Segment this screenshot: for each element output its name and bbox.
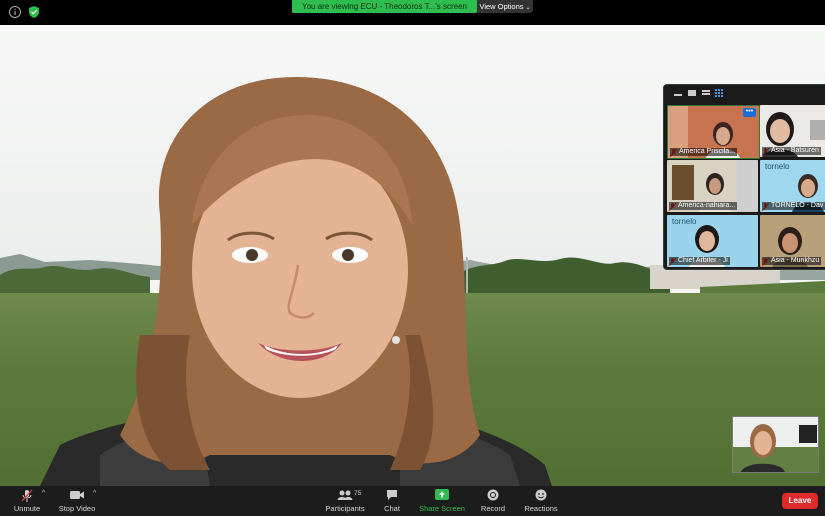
info-icon[interactable]: [8, 5, 22, 19]
shield-icon[interactable]: [28, 5, 40, 19]
chevron-down-icon: ⌄: [525, 5, 531, 11]
chat-bubble-icon: [387, 490, 397, 500]
participant-tile[interactable]: Asia - Batsuren: [760, 105, 825, 157]
participant-name: Asia - Munkhzu: [762, 257, 822, 265]
stop-video-label: Stop Video: [58, 504, 96, 513]
screen-share-banner: You are viewing ECU - Theodoros T...'s s…: [292, 0, 477, 13]
record-icon: [487, 489, 499, 501]
self-view-video: [733, 417, 818, 472]
minimize-icon[interactable]: [674, 90, 682, 96]
muted-mic-icon: [21, 489, 33, 502]
video-options-caret-icon[interactable]: ^: [93, 490, 96, 497]
gallery-view-panel[interactable]: America Priscila... ••• Asia - Batsuren …: [663, 84, 825, 270]
view-options-label: View Options: [479, 2, 524, 11]
reactions-button[interactable]: Reactions: [522, 486, 560, 516]
participants-count: 75: [354, 490, 362, 497]
unmute-button[interactable]: Unmute: [8, 486, 46, 516]
emoji-reaction-icon: [535, 489, 547, 501]
strip-view-icon[interactable]: [702, 90, 710, 96]
stop-video-button[interactable]: Stop Video: [56, 486, 98, 516]
participant-tile[interactable]: Asia - Munkhzu: [760, 215, 825, 267]
presenter-video: [40, 76, 552, 486]
participant-name: TORNELO - Dav: [762, 202, 825, 210]
view-options-button[interactable]: View Options ⌄: [477, 0, 533, 13]
chat-button[interactable]: Chat: [378, 486, 406, 516]
participants-label: Participants: [325, 504, 365, 513]
audio-options-caret-icon[interactable]: ^: [42, 490, 45, 497]
record-button[interactable]: Record: [478, 486, 508, 516]
participant-name: America Priscila...: [670, 148, 738, 156]
gallery-grid-icon[interactable]: [715, 89, 723, 97]
meeting-toolbar: Unmute ^ Stop Video ^ 75 Participants Ch…: [0, 486, 825, 516]
record-label: Record: [480, 504, 506, 513]
participant-name: America-nahiara...: [669, 202, 738, 210]
share-screen-button[interactable]: Share Screen: [416, 486, 468, 516]
speaker-view-icon[interactable]: [688, 90, 696, 96]
participant-name: Chief Arbiter - Ji: [669, 257, 730, 265]
top-bar: You are viewing ECU - Theodoros T...'s s…: [0, 0, 825, 25]
unmute-label: Unmute: [13, 504, 41, 513]
participant-tile[interactable]: tornelo Chief Arbiter - Ji: [667, 215, 758, 267]
participants-icon: [337, 490, 353, 500]
participant-tile[interactable]: America Priscila... •••: [667, 105, 760, 159]
participant-tile[interactable]: tornelo TORNELO - Dav: [760, 160, 825, 212]
participants-button[interactable]: 75 Participants: [322, 486, 368, 516]
more-options-button[interactable]: •••: [743, 108, 756, 117]
reactions-label: Reactions: [524, 504, 558, 513]
self-view-thumbnail[interactable]: [732, 416, 819, 473]
participant-name: Asia - Batsuren: [762, 147, 821, 155]
participant-tile[interactable]: America-nahiara...: [667, 160, 758, 212]
gallery-toolbar: [664, 85, 825, 103]
tornelo-logo: tornelo: [672, 217, 697, 226]
video-camera-icon: [70, 491, 84, 499]
tornelo-logo: tornelo: [765, 162, 790, 171]
leave-meeting-button[interactable]: Leave: [782, 493, 818, 509]
chat-label: Chat: [384, 504, 400, 513]
share-screen-icon: [435, 489, 449, 500]
share-screen-label: Share Screen: [419, 504, 465, 513]
